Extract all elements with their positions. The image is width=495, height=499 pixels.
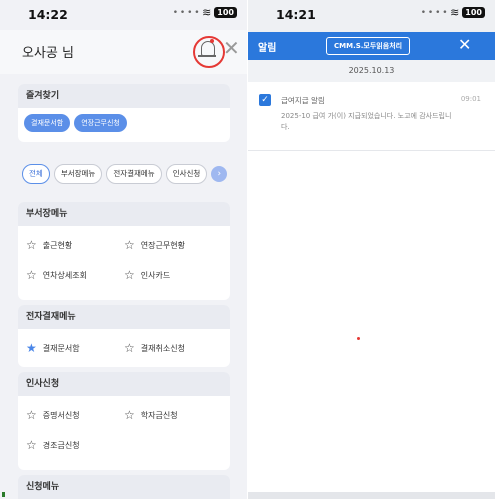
menu-item-label: 경조금신청	[42, 440, 80, 450]
notification-body: 2025.10.13 ✓ 급여지급 알림 09:01 2025-10 급여 가(…	[248, 60, 495, 492]
mark-all-read-button[interactable]: CMM.S.모두읽음처리	[326, 37, 411, 55]
user-name: 오사공 님	[22, 46, 74, 61]
menu-item-label: 학자금신청	[140, 410, 178, 420]
tabs-next-arrow-icon[interactable]: ›	[211, 166, 228, 182]
star-icon[interactable]: ☆	[26, 239, 37, 251]
menu-item-label: 결재취소신청	[140, 343, 185, 353]
date-separator: 2025.10.13	[248, 60, 495, 82]
favorite-chip[interactable]: 연장근무신청	[74, 114, 127, 132]
favorite-chip[interactable]: 결재문서함	[24, 114, 71, 132]
touch-indicator	[357, 337, 360, 340]
notification-dot	[210, 39, 214, 43]
favorites-title: 즐겨찾기	[18, 84, 230, 108]
close-menu-button[interactable]: ✕	[223, 36, 240, 60]
tab-manager-menu[interactable]: 부서장메뉴	[53, 164, 103, 184]
star-icon[interactable]: ☆	[124, 342, 135, 354]
battery-icon: 100	[214, 7, 237, 18]
notification-item-body: 2025-10 급여 가(이) 지급되었습니다. 노고에 감사드립니다.	[281, 112, 452, 131]
status-icons: • • • • ≋ 100	[421, 6, 485, 19]
section-request-menu: 신청메뉴	[18, 475, 230, 499]
wifi-icon: ≋	[202, 6, 212, 19]
tab-approval-menu[interactable]: 전자결재메뉴	[106, 164, 162, 184]
section-title: 신청메뉴	[18, 475, 230, 499]
star-filled-icon[interactable]: ★	[26, 342, 37, 354]
star-icon[interactable]: ☆	[124, 239, 135, 251]
wifi-icon: ≋	[450, 6, 460, 19]
menu-item[interactable]: ☆ 인사카드	[124, 260, 222, 290]
notification-title: 알림	[258, 43, 277, 54]
menu-item-label: 결재문서함	[42, 343, 80, 353]
star-icon[interactable]: ☆	[26, 409, 37, 421]
signal-icon: • • • •	[420, 7, 448, 18]
menu-item-label: 연장근무현황	[140, 240, 185, 250]
section-title: 부서장메뉴	[18, 202, 230, 226]
status-icons: • • • • ≋ 100	[173, 6, 237, 19]
status-bar: 14:21 • • • • ≋ 100	[248, 0, 495, 30]
menu-item[interactable]: ★ 결재문서함	[26, 333, 124, 363]
category-tabs: 전체 부서장메뉴 전자결재메뉴 인사신청 ›	[22, 164, 232, 184]
section-hr-request: 인사신청 ☆ 증명서신청 ☆ 학자금신청 ☆ 경조금신청	[18, 372, 230, 470]
section-manager-menu: 부서장메뉴 ☆ 출근현황 ☆ 연장근무현황 ☆ 연차상세조회 ☆ 인사카드	[18, 202, 230, 300]
menu-item[interactable]: ☆ 연장근무현황	[124, 230, 222, 260]
star-icon[interactable]: ☆	[26, 439, 37, 451]
menu-item[interactable]: ☆ 출근현황	[26, 230, 124, 260]
checkbox-icon[interactable]: ✓	[259, 94, 271, 106]
edge-marker	[2, 492, 5, 497]
menu-header: 오사공 님 ✕	[0, 30, 247, 74]
star-icon[interactable]: ☆	[124, 409, 135, 421]
notification-item-time: 09:01	[460, 95, 481, 103]
status-time: 14:21	[276, 7, 316, 22]
tab-all[interactable]: 전체	[22, 164, 50, 184]
notification-item-title: 급여지급 알림	[281, 96, 325, 105]
status-time: 14:22	[28, 7, 68, 22]
favorites-card: 즐겨찾기 결재문서함 연장근무신청	[18, 84, 230, 142]
menu-item-label: 인사카드	[140, 270, 171, 280]
menu-item-label: 증명서신청	[42, 410, 80, 420]
star-icon[interactable]: ☆	[124, 269, 135, 281]
section-title: 인사신청	[18, 372, 230, 396]
menu-item[interactable]: ☆ 경조금신청	[26, 430, 124, 460]
menu-item[interactable]: ☆ 결재취소신청	[124, 333, 222, 363]
section-title: 전자결재메뉴	[18, 305, 230, 329]
tab-hr-request[interactable]: 인사신청	[165, 164, 208, 184]
menu-item[interactable]: ☆ 증명서신청	[26, 400, 124, 430]
menu-item[interactable]: ☆ 연차상세조회	[26, 260, 124, 290]
menu-item-label: 출근현황	[42, 240, 73, 250]
status-bar: 14:22 • • • • ≋ 100	[0, 0, 247, 30]
battery-icon: 100	[462, 7, 485, 18]
bell-icon	[201, 41, 215, 56]
notification-header: 알림 CMM.S.모두읽음처리 ✕	[248, 32, 495, 60]
bell-button[interactable]	[193, 36, 225, 68]
notification-panel: 14:21 • • • • ≋ 100 알림 CMM.S.모두읽음처리 ✕ 20…	[248, 0, 495, 499]
main-menu-panel: 14:22 • • • • ≋ 100 오사공 님 ✕ 즐겨찾기 결재문서함 연…	[0, 0, 247, 499]
panel-footer	[248, 492, 495, 499]
star-icon[interactable]: ☆	[26, 269, 37, 281]
close-notification-button[interactable]: ✕	[458, 35, 471, 54]
section-approval-menu: 전자결재메뉴 ★ 결재문서함 ☆ 결재취소신청	[18, 305, 230, 367]
notification-item[interactable]: ✓ 급여지급 알림 09:01 2025-10 급여 가(이) 지급되었습니다.…	[248, 82, 495, 151]
bell-base	[198, 55, 216, 57]
menu-item[interactable]: ☆ 학자금신청	[124, 400, 222, 430]
signal-icon: • • • •	[172, 7, 200, 18]
menu-item-label: 연차상세조회	[42, 270, 87, 280]
